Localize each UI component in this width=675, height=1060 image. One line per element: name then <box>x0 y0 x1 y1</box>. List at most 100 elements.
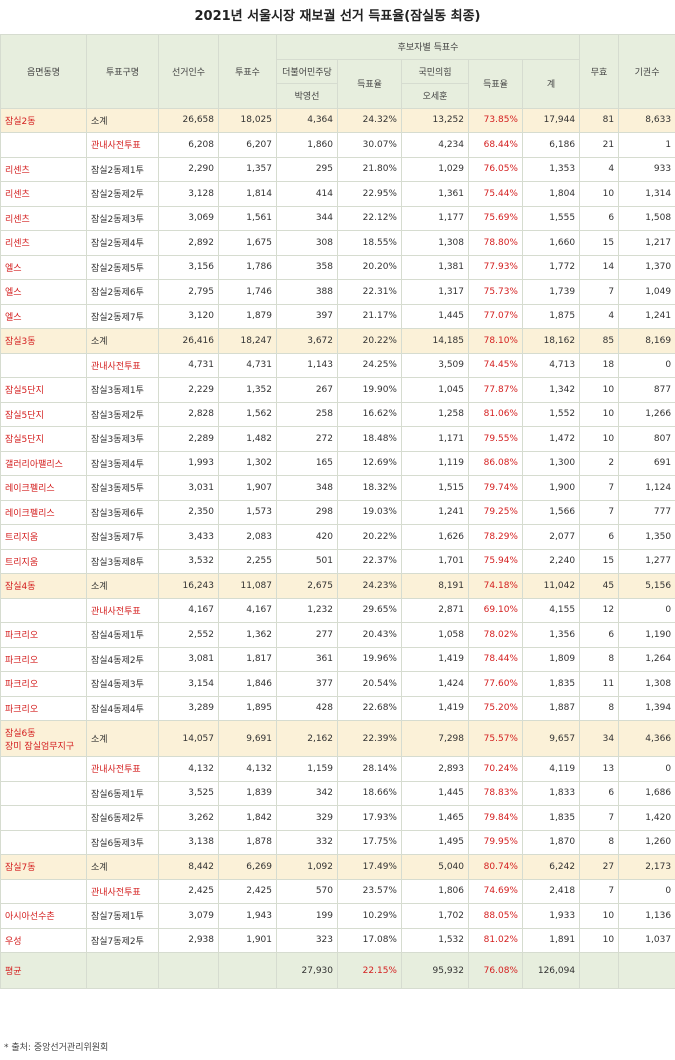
cell-c2-votes: 8,191 <box>401 573 469 599</box>
cell-total: 4,119 <box>521 756 581 782</box>
table-row: 잠실5단지 잠실3동제1투 2,229 1,352 267 19.90% 1,045 77.8… <box>0 377 675 403</box>
cell-invalid: 7 <box>579 475 620 501</box>
table-row: 트리지움 잠실3동제7투 3,433 2,083 420 20.22% 1,626 78.29… <box>0 524 675 550</box>
cell-empty <box>579 952 620 989</box>
cell-invalid: 6 <box>579 622 620 648</box>
cell-c2-rate: 77.93% <box>468 254 523 280</box>
cell-c2-votes: 1,258 <box>401 401 469 427</box>
cell-abstain: 1,217 <box>618 230 675 256</box>
cell-abstain: 1,508 <box>618 205 675 231</box>
cell-abstain: 1 <box>618 132 675 158</box>
cell-c2-votes: 1,702 <box>401 903 469 929</box>
cell-c1-votes: 272 <box>276 426 338 452</box>
cell-c1-votes: 377 <box>276 671 338 697</box>
table-row: 엘스 잠실2동제5투 3,156 1,786 358 20.20% 1,381 77.93% 1… <box>0 254 675 280</box>
cell-dong: 파크리오 <box>0 671 87 697</box>
cell-c1-rate: 22.68% <box>337 695 402 721</box>
cell-abstain: 0 <box>618 352 675 378</box>
cell-dong: 갤러리아팰리스 <box>0 450 87 476</box>
cell-electors: 4,731 <box>158 352 219 378</box>
cell-abstain: 1,264 <box>618 646 675 672</box>
cell-abstain: 1,308 <box>618 671 675 697</box>
cell-dong: 파크리오 <box>0 695 87 721</box>
table-row: 파크리오 잠실4동제1투 2,552 1,362 277 20.43% 1,058 78.02… <box>0 622 675 648</box>
cell-c2-votes: 1,445 <box>401 303 469 329</box>
cell-c2-votes: 5,040 <box>401 854 469 880</box>
cell-c1-rate: 19.03% <box>337 499 402 525</box>
cell-c1-rate: 29.65% <box>337 597 402 623</box>
cell-average-r1: 22.15% <box>337 952 402 989</box>
average-row: 평균 27,930 22.15% 95,932 76.08% 126,094 <box>0 952 675 989</box>
cell-electors: 3,138 <box>158 829 219 855</box>
cell-dong: 리센츠 <box>0 181 87 207</box>
cell-dong: 잠실5단지 <box>0 401 87 427</box>
cell-gubun: 잠실6동제3투 <box>86 829 159 855</box>
cell-c1-votes: 329 <box>276 805 338 831</box>
cell-votes: 1,943 <box>218 903 277 929</box>
cell-gubun: 잠실6동제1투 <box>86 780 159 806</box>
cell-electors: 8,442 <box>158 854 219 880</box>
table-row: 우성 잠실7동제2투 2,938 1,901 323 17.08% 1,532 81.02% 1… <box>0 927 675 953</box>
results-table: 읍면동명 투표구명 선거인수 투표수 후보자별 득표수 무효 기권수 더불어민주… <box>0 34 675 989</box>
cell-c1-votes: 1,232 <box>276 597 338 623</box>
cell-c1-rate: 10.29% <box>337 903 402 929</box>
cell-c1-rate: 12.69% <box>337 450 402 476</box>
cell-total: 1,660 <box>521 230 581 256</box>
cell-invalid: 15 <box>579 548 620 574</box>
cell-electors: 16,243 <box>158 573 219 599</box>
cell-c1-votes: 298 <box>276 499 338 525</box>
cell-invalid: 7 <box>579 878 620 904</box>
cell-dong: 트리지움 <box>0 524 87 550</box>
cell-c2-votes: 2,871 <box>401 597 469 623</box>
cell-dong: 잠실6동 장미 잠실엄무지구 <box>0 720 87 757</box>
cell-c2-rate: 86.08% <box>468 450 523 476</box>
col-votes: 투표수 <box>218 34 277 109</box>
cell-electors: 3,031 <box>158 475 219 501</box>
cell-gubun: 잠실3동제2투 <box>86 401 159 427</box>
cell-c2-rate: 73.85% <box>468 107 523 133</box>
cell-c1-rate: 21.17% <box>337 303 402 329</box>
cell-dong <box>0 805 87 831</box>
cell-invalid: 12 <box>579 597 620 623</box>
table-row: 관내사전투표 4,167 4,167 1,232 29.65% 2,871 69.10% 4,… <box>0 597 675 623</box>
cell-dong: 리센츠 <box>0 230 87 256</box>
cell-gubun: 잠실7동제2투 <box>86 927 159 953</box>
cell-abstain: 4,366 <box>618 720 675 757</box>
cell-dong: 파크리오 <box>0 622 87 648</box>
cell-total: 6,242 <box>521 854 581 880</box>
cell-total: 1,300 <box>521 450 581 476</box>
col-c1-party: 더불어민주당 <box>276 58 338 84</box>
cell-invalid: 10 <box>579 426 620 452</box>
cell-electors: 3,433 <box>158 524 219 550</box>
cell-total: 1,356 <box>521 622 581 648</box>
cell-dong: 아시아선수촌 <box>0 903 87 929</box>
cell-invalid: 27 <box>579 854 620 880</box>
cell-gubun: 소계 <box>86 854 159 880</box>
cell-votes: 11,087 <box>218 573 277 599</box>
cell-electors: 3,128 <box>158 181 219 207</box>
cell-c2-votes: 1,419 <box>401 646 469 672</box>
cell-invalid: 10 <box>579 181 620 207</box>
cell-c1-votes: 199 <box>276 903 338 929</box>
cell-gubun: 소계 <box>86 573 159 599</box>
cell-c1-votes: 397 <box>276 303 338 329</box>
cell-votes: 1,907 <box>218 475 277 501</box>
table-row: 잠실6동제3투 3,138 1,878 332 17.75% 1,495 79.95% 1,8… <box>0 829 675 855</box>
cell-electors: 2,289 <box>158 426 219 452</box>
cell-c2-rate: 79.55% <box>468 426 523 452</box>
cell-gubun: 잠실2동제4투 <box>86 230 159 256</box>
table-row: 잠실6동제2투 3,262 1,842 329 17.93% 1,465 79.84% 1,8… <box>0 805 675 831</box>
cell-abstain: 1,277 <box>618 548 675 574</box>
cell-empty <box>86 952 159 989</box>
cell-votes: 1,482 <box>218 426 277 452</box>
cell-c2-votes: 1,495 <box>401 829 469 855</box>
cell-electors: 3,069 <box>158 205 219 231</box>
table-header: 읍면동명 투표구명 선거인수 투표수 후보자별 득표수 무효 기권수 더불어민주… <box>0 34 675 109</box>
cell-c2-rate: 78.80% <box>468 230 523 256</box>
cell-gubun: 잠실2동제2투 <box>86 181 159 207</box>
cell-c1-rate: 20.22% <box>337 328 402 354</box>
cell-electors: 2,795 <box>158 279 219 305</box>
cell-invalid: 10 <box>579 401 620 427</box>
cell-total: 1,739 <box>521 279 581 305</box>
cell-c2-votes: 1,806 <box>401 878 469 904</box>
